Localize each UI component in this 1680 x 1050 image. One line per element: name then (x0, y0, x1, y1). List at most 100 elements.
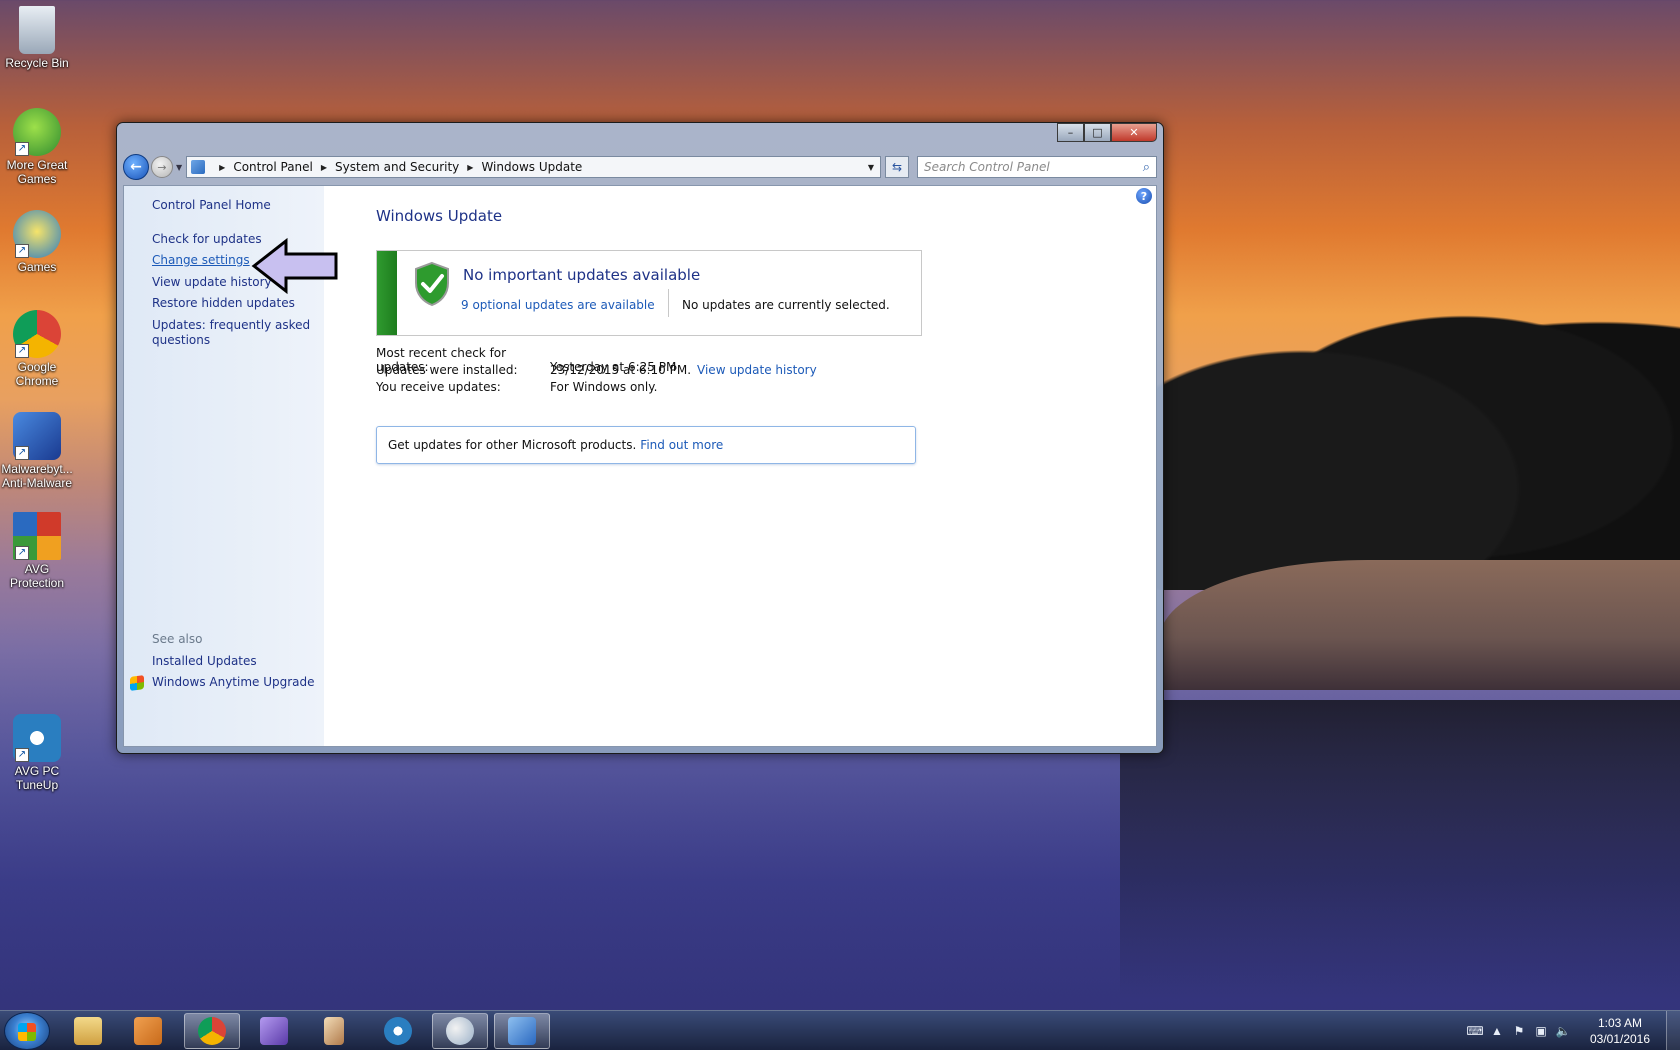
breadcrumb-control-panel[interactable]: Control Panel (233, 160, 313, 174)
status-color-bar (377, 251, 397, 335)
start-button[interactable] (4, 1012, 50, 1050)
sidebar-item-restore-hidden-updates[interactable]: Restore hidden updates (152, 296, 317, 311)
chrome-icon (198, 1017, 226, 1045)
shortcut-arrow-icon: ↗ (15, 748, 29, 762)
system-tray: ⌨ ▲ ⚑ ▣ 🔈 1:03 AM 03/01/2016 (1464, 1011, 1680, 1050)
wallpaper-trees (1140, 250, 1680, 590)
other-products-box: Get updates for other Microsoft products… (376, 426, 916, 464)
info-value: For Windows only. (550, 380, 658, 394)
info-label: Updates were installed: (376, 363, 518, 377)
annotation-arrow-icon (251, 237, 338, 295)
chevron-right-icon[interactable]: ▶ (467, 163, 473, 172)
desktop-icon-label: AVG PC TuneUp (14, 764, 60, 792)
desktop-icon-malwarebytes[interactable]: ↗ Malwarebyt... Anti-Malware (0, 412, 74, 490)
page-title: Windows Update (376, 207, 503, 225)
info-value: 23/12/2015 at 6:10 PM. (550, 363, 692, 377)
desktop-icon-google-chrome[interactable]: ↗ Google Chrome (0, 310, 74, 388)
clock-date: 03/01/2016 (1589, 1032, 1651, 1046)
shortcut-arrow-icon: ↗ (15, 446, 29, 460)
chevron-right-icon[interactable]: ▶ (321, 163, 327, 172)
media-player-icon (134, 1017, 162, 1045)
sidebar-item-windows-anytime-upgrade[interactable]: Windows Anytime Upgrade (152, 675, 317, 690)
taskbar-control-panel[interactable] (494, 1013, 550, 1049)
taskbar-app-cards[interactable] (306, 1013, 362, 1049)
breadcrumb-windows-update[interactable]: Windows Update (481, 160, 582, 174)
avg-tuneup-icon (384, 1017, 412, 1045)
forward-button[interactable]: → (151, 156, 173, 178)
cards-icon (324, 1017, 344, 1045)
control-panel-icon (191, 160, 206, 174)
recent-pages-dropdown[interactable]: ▼ (176, 163, 182, 172)
show-desktop-button[interactable] (1666, 1011, 1680, 1050)
search-icon[interactable]: ⌕ (1143, 160, 1150, 175)
desktop-icon-label: More Great Games (6, 158, 68, 186)
status-divider (668, 289, 669, 317)
sidebar-item-installed-updates[interactable]: Installed Updates (152, 654, 317, 669)
windows-logo-icon (18, 1023, 36, 1041)
clock-time: 1:03 AM (1597, 1016, 1643, 1030)
desktop-icon-more-great-games[interactable]: ↗ More Great Games (0, 108, 74, 186)
taskbar-google-chrome[interactable] (184, 1013, 240, 1049)
info-row-receive-updates: You receive updates: For Windows only. (376, 380, 657, 394)
purple-app-icon (260, 1017, 288, 1045)
close-button[interactable]: ✕ (1111, 123, 1157, 142)
sidebar-item-control-panel-home[interactable]: Control Panel Home (152, 198, 317, 213)
taskbar-windows-explorer[interactable] (60, 1013, 116, 1049)
minimize-button[interactable]: – (1057, 123, 1084, 142)
desktop-icon-games[interactable]: ↗ Games (0, 210, 74, 274)
help-icon[interactable]: ? (1136, 188, 1152, 204)
control-panel-icon (508, 1017, 536, 1045)
big-fish-icon: ↗ (13, 210, 61, 258)
breadcrumb-system-and-security[interactable]: System and Security (335, 160, 459, 174)
desktop-icon-label: Recycle Bin (5, 56, 69, 70)
desktop-icon-recycle-bin[interactable]: Recycle Bin (0, 6, 74, 70)
malwarebytes-icon: ↗ (13, 412, 61, 460)
main-content: ? Windows Update No important updates av… (324, 186, 1156, 746)
taskbar-media-player[interactable] (120, 1013, 176, 1049)
refresh-button[interactable]: ⇆ (885, 156, 909, 178)
shortcut-arrow-icon: ↗ (15, 344, 29, 358)
sidebar-item-updates-faq[interactable]: Updates: frequently asked questions (152, 318, 317, 348)
chrome-icon: ↗ (13, 310, 61, 358)
window-controls: – □ ✕ (1057, 123, 1157, 142)
optional-updates-link[interactable]: 9 optional updates are available (461, 298, 655, 312)
info-row-installed: Updates were installed: 23/12/2015 at 6:1… (376, 363, 817, 377)
address-bar[interactable]: ▶ Control Panel ▶ System and Security ▶ … (186, 156, 881, 178)
taskbar-app-purple[interactable] (246, 1013, 302, 1049)
windows-update-window[interactable]: – □ ✕ ← → ▼ ▶ Control Panel ▶ System and… (116, 122, 1164, 754)
clock[interactable]: 1:03 AM 03/01/2016 (1574, 1015, 1666, 1047)
search-placeholder: Search Control Panel (924, 160, 1050, 174)
folder-icon (74, 1017, 102, 1045)
network-icon[interactable]: ▣ (1530, 1024, 1552, 1038)
update-status-panel: No important updates available 9 optiona… (376, 250, 922, 336)
wallpaper-reflection (1120, 700, 1680, 1000)
desktop-icon-avg-protection[interactable]: ↗ AVG Protection (0, 512, 74, 590)
recycle-bin-icon (19, 6, 55, 54)
status-title: No important updates available (463, 266, 701, 284)
shortcut-arrow-icon: ↗ (15, 244, 29, 258)
show-hidden-icons-icon[interactable]: ▲ (1486, 1024, 1508, 1038)
action-center-flag-icon[interactable]: ⚑ (1508, 1024, 1530, 1038)
see-also-heading: See also (152, 632, 203, 646)
games-frog-icon: ↗ (13, 108, 61, 156)
taskbar: ⌨ ▲ ⚑ ▣ 🔈 1:03 AM 03/01/2016 (0, 1010, 1680, 1050)
avg-tuneup-icon: ↗ (13, 714, 61, 762)
find-out-more-link[interactable]: Find out more (640, 438, 723, 452)
back-button[interactable]: ← (123, 154, 149, 180)
chevron-right-icon[interactable]: ▶ (219, 163, 225, 172)
refresh-icon: ⇆ (891, 160, 903, 174)
taskbar-avg-tuneup[interactable] (370, 1013, 426, 1049)
taskbar-paint[interactable] (432, 1013, 488, 1049)
desktop-icon-label: Games (17, 260, 57, 274)
back-arrow-icon: ← (130, 159, 142, 175)
shortcut-arrow-icon: ↗ (15, 142, 29, 156)
maximize-button[interactable]: □ (1084, 123, 1111, 142)
desktop-icon-avg-tuneup[interactable]: ↗ AVG PC TuneUp (0, 714, 74, 792)
keyboard-icon[interactable]: ⌨ (1464, 1024, 1486, 1038)
search-input[interactable]: Search Control Panel ⌕ (917, 156, 1157, 178)
address-dropdown-button[interactable]: ▼ (862, 163, 880, 172)
volume-icon[interactable]: 🔈 (1552, 1024, 1574, 1038)
forward-arrow-icon: → (157, 160, 167, 174)
wallpaper-rocks (1160, 560, 1680, 690)
view-update-history-link[interactable]: View update history (697, 363, 817, 377)
